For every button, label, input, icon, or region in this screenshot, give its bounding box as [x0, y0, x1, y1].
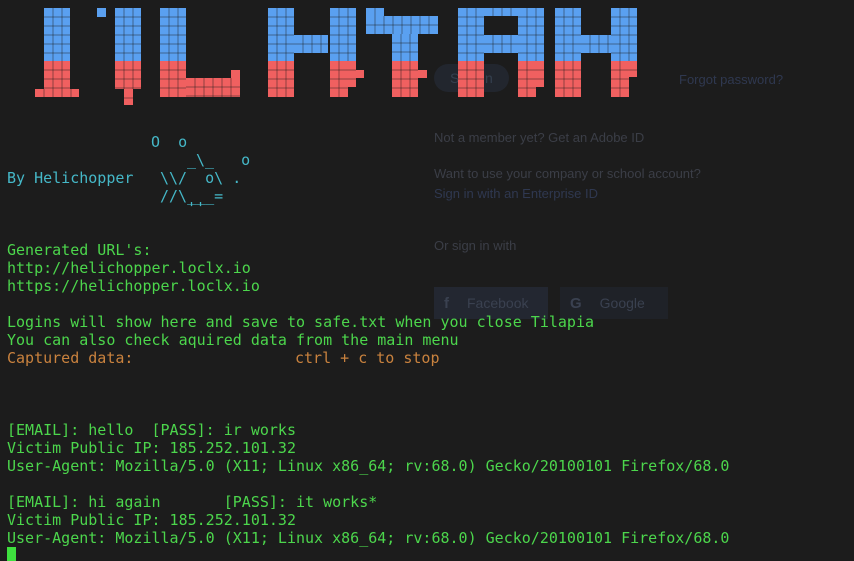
banner-block [536, 61, 544, 87]
entry-2-ip: Victim Public IP: 185.252.101.32 [7, 511, 296, 529]
generated-urls-heading: Generated URL's: [7, 241, 152, 259]
logins-note: Logins will show here and save to safe.t… [7, 313, 594, 331]
banner-block [348, 61, 356, 87]
bg-enterprise-link: Sign in with an Enterprise ID [434, 186, 599, 201]
terminal-window[interactable]: Sign in Forgot password? Not a member ye… [0, 0, 854, 561]
banner-block [115, 61, 141, 89]
ascii-art-line-2: _\_ o [187, 151, 251, 169]
ascii-banner-logo [35, 8, 637, 105]
entry-2-credentials: [EMAIL]: hi again [PASS]: it works* [7, 493, 378, 511]
entry-2-user-agent: User-Agent: Mozilla/5.0 (X11; Linux x86_… [7, 529, 730, 547]
google-icon: G [570, 294, 582, 312]
banner-block [124, 89, 133, 105]
banner-block [356, 70, 364, 78]
bg-forgot-password-link: Forgot password? [679, 72, 784, 87]
banner-block [418, 70, 427, 78]
stop-hint: ctrl + c to stop [295, 349, 440, 367]
captured-data-label: Captured data: [7, 349, 134, 367]
by-author-text: By Helichopper [7, 169, 134, 187]
bg-not-member-text: Not a member yet? Get an Adobe ID [434, 130, 645, 145]
url-http[interactable]: http://helichopper.loclx.io [7, 259, 251, 277]
bg-google-label: Google [599, 295, 645, 311]
ascii-art-line-5: '' [187, 199, 206, 217]
ascii-art-line-1: O o [151, 133, 188, 151]
entry-1-ip: Victim Public IP: 185.252.101.32 [7, 439, 296, 457]
menu-note: You can also check aquired data from the… [7, 331, 459, 349]
facebook-icon: f [444, 294, 449, 312]
terminal-cursor [7, 547, 16, 561]
bg-company-text: Want to use your company or school accou… [434, 166, 701, 181]
banner-block [392, 34, 418, 61]
banner-block [484, 8, 518, 16]
entry-1-credentials: [EMAIL]: hello [PASS]: ir works [7, 421, 296, 439]
bg-or-sign-in-text: Or sign in with [434, 238, 517, 253]
banner-block [629, 61, 637, 77]
url-https[interactable]: https://helichopper.loclx.io [7, 277, 260, 295]
banner-block [44, 61, 70, 89]
banner-block [97, 8, 106, 17]
banner-block [35, 89, 79, 97]
banner-block [231, 70, 240, 78]
ascii-art-line-3: \\/ o\ . [160, 169, 242, 187]
bg-facebook-label: Facebook [467, 295, 529, 311]
entry-1-user-agent: User-Agent: Mozilla/5.0 (X11; Linux x86_… [7, 457, 730, 475]
